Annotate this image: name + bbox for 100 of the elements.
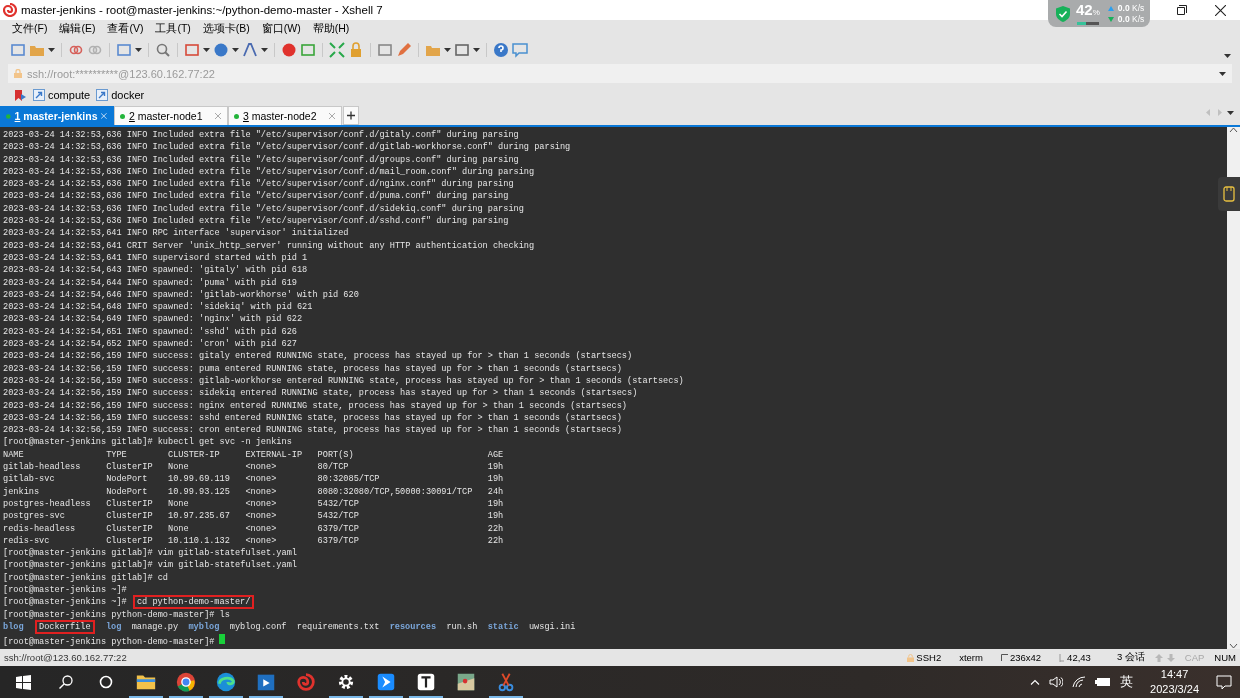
terminal-line: 2023-03-24 14:32:56,159 INFO success: gitlab-workhorse entered RUNNING state, process has stayed up for > than 1 seconds (startsecs)	[3, 375, 684, 386]
terminal-line: 2023-03-24 14:32:53,636 INFO Included extra file "/etc/supervisor/conf.d/sidekiq.conf" during parsing	[3, 203, 524, 214]
terminal-line: 2023-03-24 14:32:54,643 INFO spawned: 'gitaly' with pid 618	[3, 265, 308, 276]
terminal-line: 2023-03-24 14:32:56,159 INFO success: sshd entered RUNNING state, process has stayed up for > than 1 seconds (startsecs)	[3, 412, 622, 423]
terminal-line: 2023-03-24 14:32:53,636 INFO Included extra file "/etc/supervisor/conf.d/groups.conf" during parsing	[3, 154, 519, 165]
terminal-line: [root@master-jenkins ~]#	[3, 585, 127, 595]
menu-item[interactable]: 文件(F)	[8, 22, 52, 36]
speaker-icon[interactable]	[1049, 676, 1064, 688]
terminal-line: redis-headless ClusterIP None <none> 6379/TCP 22h	[3, 523, 504, 534]
menu-item[interactable]: 查看(V)	[103, 22, 148, 36]
wifi-icon[interactable]	[1072, 676, 1087, 688]
restore-icon[interactable]	[1177, 5, 1187, 15]
circle-icon[interactable]	[99, 675, 113, 689]
menu-item[interactable]: 编辑(E)	[55, 22, 100, 36]
session-tab[interactable]: 3 master-node2	[228, 106, 342, 125]
file-name: manage.py	[131, 621, 179, 632]
shortcut-icon	[96, 89, 109, 101]
dropdown-caret-icon[interactable]	[232, 48, 239, 52]
terminal-line: 2023-03-24 14:32:54,651 INFO spawned: 'sshd' with pid 626	[3, 326, 297, 337]
terminal-line: [root@master-jenkins gitlab]# vim gitlab-statefulset.yaml	[3, 560, 297, 571]
input-language[interactable]: 英	[1120, 673, 1134, 691]
shell-prompt: [root@master-jenkins ~]#	[3, 597, 127, 608]
chat-icon[interactable]	[512, 42, 528, 58]
session-tab[interactable]: 1 master-jenkins	[0, 106, 114, 125]
menu-item[interactable]: 选项卡(B)	[198, 22, 254, 36]
cursor-position-icon	[1059, 653, 1066, 662]
quick-link[interactable]: compute	[48, 89, 91, 101]
map-app-icon[interactable]	[455, 671, 477, 693]
file-name: requirements.txt	[296, 621, 380, 632]
download-arrow-icon	[1107, 16, 1114, 22]
dropdown-caret-icon[interactable]	[444, 48, 451, 52]
key-indicator: NUM	[1214, 652, 1236, 663]
chevron-up-icon[interactable]	[1030, 679, 1041, 685]
file-name: uwsgi.ini	[528, 621, 576, 632]
clock[interactable]: 14:47 2023/3/24	[1150, 667, 1199, 697]
usage-bar	[1076, 22, 1099, 25]
dropdown-caret-icon[interactable]	[48, 48, 55, 52]
terminal-line: 2023-03-24 14:32:56,159 INFO success: nginx entered RUNNING state, process has stayed up for > than 1 seconds (startsecs)	[3, 400, 627, 411]
terminal-line: gitlab-headless ClusterIP None <none> 80/TCP 19h	[3, 462, 504, 472]
notification-icon[interactable]	[1216, 674, 1232, 690]
close-icon[interactable]	[1215, 4, 1226, 16]
battery-icon[interactable]	[1095, 677, 1112, 687]
tag-icon[interactable]	[1223, 186, 1235, 202]
terminal-line: 2023-03-24 14:32:53,636 INFO Included extra file "/etc/supervisor/conf.d/gitlab-workhorse.conf" during parsing	[3, 142, 571, 153]
terminal-line: jenkins NodePort 10.99.93.125 <none> 8080:32080/TCP,50000:30091/TCP 24h	[3, 486, 504, 497]
browser-icon[interactable]	[215, 671, 237, 693]
scrollbar[interactable]	[1227, 127, 1240, 649]
menu-item[interactable]: 帮助(H)	[308, 22, 354, 36]
status-dot-icon	[120, 113, 125, 119]
dropdown-caret-icon[interactable]	[1219, 71, 1226, 76]
browser-icon[interactable]	[175, 671, 197, 693]
scroll-down-icon[interactable]	[1229, 643, 1238, 649]
status-dot-icon	[6, 113, 11, 119]
terminal-type: xterm	[959, 652, 983, 663]
terminal-line: 2023-03-24 14:32:53,641 CRIT Server 'unix_http_server' running without any HTTP authentication checking	[3, 240, 535, 251]
dropdown-caret-icon[interactable]	[473, 48, 480, 52]
shell-command: cd python-demo-master/	[134, 597, 253, 608]
terminal-line: 2023-03-24 14:32:53,641 INFO supervisord started with pid 1	[3, 252, 308, 263]
dropdown-caret-icon[interactable]	[1227, 110, 1234, 115]
bookmark-icon[interactable]	[14, 88, 27, 102]
terminal-line: 2023-03-24 14:32:53,636 INFO Included extra file "/etc/supervisor/conf.d/gitaly.conf" during parsing	[3, 130, 519, 140]
size-icon	[1000, 654, 1008, 661]
status-address: ssh://root@123.60.162.77:22	[4, 652, 128, 663]
terminal-line: 2023-03-24 14:32:54,652 INFO spawned: 'cron' with pid 627	[3, 339, 297, 350]
pen-icon[interactable]	[396, 42, 412, 58]
lock-icon	[907, 653, 915, 662]
file-name: myblog.conf	[229, 621, 287, 632]
terminal-size: 236x42	[1009, 652, 1042, 663]
terminal-line: 2023-03-24 14:32:53,636 INFO Included extra file "/etc/supervisor/conf.d/nginx.conf" during parsing	[3, 179, 514, 190]
help-icon[interactable]	[493, 42, 509, 58]
windows-start-icon[interactable]	[15, 674, 31, 690]
terminal-line: [root@master-jenkins gitlab]# vim gitlab-statefulset.yaml	[3, 548, 297, 559]
terminal-line: 2023-03-24 14:32:53,636 INFO Included extra file "/etc/supervisor/conf.d/mail_room.conf" during parsing	[3, 166, 535, 177]
directory-name: resources	[389, 621, 437, 632]
memory-usage: 42%	[1076, 2, 1100, 20]
dropdown-caret-icon[interactable]	[261, 48, 268, 52]
session-tab[interactable]: 2 master-node1	[114, 106, 228, 125]
dropdown-caret-icon[interactable]	[135, 48, 142, 52]
menu-item[interactable]: 工具(T)	[151, 22, 195, 36]
spiral-icon[interactable]	[295, 671, 317, 693]
shield-check-icon[interactable]	[1056, 5, 1070, 22]
terminal-line: [root@master-jenkins gitlab]# kubectl get svc -n jenkins	[3, 437, 292, 448]
directory-name: blog	[3, 621, 24, 632]
search-icon[interactable]	[59, 675, 73, 689]
scroll-up-icon[interactable]	[1229, 127, 1238, 133]
arrow-app-icon[interactable]	[375, 671, 397, 693]
file-name: Dockerfile	[36, 621, 93, 632]
quick-link[interactable]: docker	[111, 89, 145, 101]
app-logo-icon	[3, 3, 17, 17]
menu-item[interactable]: 窗口(W)	[257, 22, 305, 36]
terminal-line: 2023-03-24 14:32:56,159 INFO success: gitaly entered RUNNING state, process has stayed up for > than 1 seconds (startsecs)	[3, 351, 633, 362]
terminal-line: 2023-03-24 14:32:53,636 INFO Included extra file "/etc/supervisor/conf.d/sshd.conf" during parsing	[3, 216, 509, 227]
terminal-line: NAME TYPE CLUSTER-IP EXTERNAL-IP PORT(S) AGE	[3, 449, 504, 460]
dropdown-caret-icon[interactable]	[203, 48, 210, 52]
download-speed: 0.0 K/s	[1117, 13, 1145, 25]
session-count: 3 会话	[1116, 651, 1145, 664]
directory-name: log	[105, 621, 122, 632]
add-tab-icon[interactable]	[343, 106, 359, 125]
dropdown-caret-icon[interactable]	[1224, 54, 1231, 58]
shell-prompt: [root@master-jenkins python-demo-master]#	[3, 637, 215, 648]
